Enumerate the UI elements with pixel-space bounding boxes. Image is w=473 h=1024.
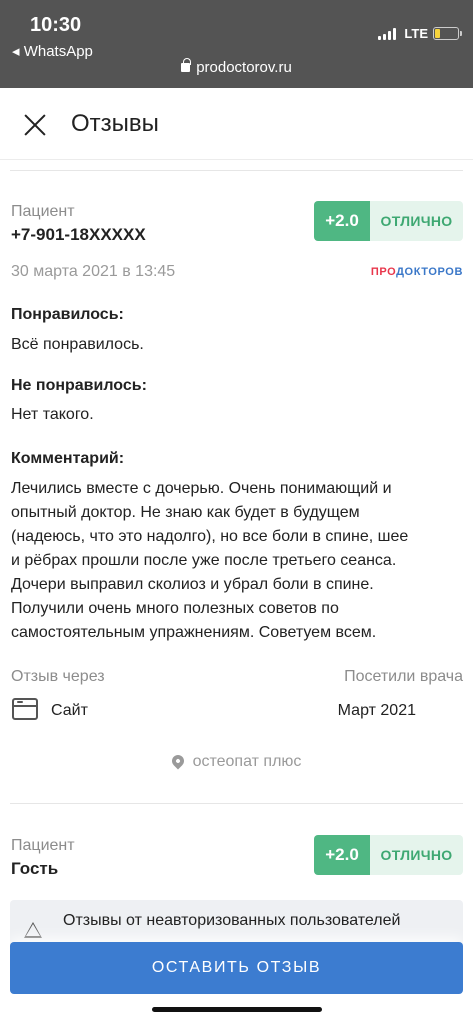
home-indicator[interactable]	[152, 1007, 322, 1012]
rating-badge: +2.0 ОТЛИЧНО	[314, 835, 463, 875]
status-time: 10:30	[30, 14, 82, 36]
divider	[10, 803, 463, 804]
rating-score: +2.0	[314, 201, 370, 241]
review-author: Гость	[11, 859, 59, 878]
comment-line: опытный доктор. Не знаю как будет в буду…	[11, 504, 360, 521]
disliked-text: Нет такого.	[11, 406, 94, 423]
disliked-title: Не понравилось:	[11, 377, 147, 394]
prodoctorov-logo[interactable]: ПРОДОКТОРОВ	[371, 266, 463, 278]
rating-score: +2.0	[314, 835, 370, 875]
comment-line: и рёбрах прошли после уже после третьего…	[11, 552, 397, 569]
review-date: 30 марта 2021 в 13:45	[11, 263, 176, 280]
status-bar: 10:30 ◂ WhatsApp prodoctorov.ru LTE	[0, 0, 473, 88]
notice-text: Отзывы от неавторизованных пользователей	[63, 912, 401, 929]
battery-icon	[433, 27, 462, 40]
page-header: Отзывы	[0, 88, 473, 160]
back-to-app-link[interactable]: ◂ WhatsApp	[12, 42, 93, 60]
network-type: LTE	[404, 26, 428, 41]
comment-title: Комментарий:	[11, 450, 125, 467]
comment-line: (надеюсь, что это надолго), но все боли …	[11, 528, 409, 545]
location-pin-icon	[169, 752, 187, 770]
warning-icon	[24, 922, 42, 938]
signal-icon	[378, 27, 398, 40]
comment-line: Лечились вместе с дочерью. Очень понимаю…	[11, 480, 392, 497]
url-text: prodoctorov.ru	[196, 59, 292, 76]
comment-text: Лечились вместе с дочерью. Очень понимаю…	[11, 477, 466, 645]
logo-part-2: ДОКТОРОВ	[396, 266, 463, 278]
clinic-name: остеопат плюс	[192, 753, 302, 770]
page-title: Отзывы	[71, 110, 159, 137]
logo-part-1: ПРО	[370, 266, 397, 278]
liked-text: Всё понравилось.	[11, 336, 144, 353]
url-bar[interactable]: prodoctorov.ru	[0, 58, 473, 76]
via-value: Сайт	[51, 702, 88, 719]
rating-grade: ОТЛИЧНО	[370, 835, 463, 875]
leave-review-button[interactable]: ОСТАВИТЬ ОТЗЫВ	[10, 942, 463, 994]
status-indicators: LTE	[378, 26, 462, 41]
rating-grade: ОТЛИЧНО	[370, 201, 463, 241]
comment-line: Дочери выправил сколиоз и убрал боли в с…	[11, 576, 374, 593]
browser-window-icon	[12, 698, 38, 720]
comment-line: Получили очень много полезных советов по	[11, 600, 339, 617]
visit-label: Посетили врача	[344, 668, 463, 685]
clinic-location[interactable]: остеопат плюс	[0, 752, 473, 771]
comment-line: самостоятельным упражнениям. Советуем вс…	[11, 624, 377, 641]
rating-badge: +2.0 ОТЛИЧНО	[314, 201, 463, 241]
divider	[10, 170, 463, 171]
review-author-label: Пациент	[11, 203, 75, 220]
lock-icon	[181, 58, 191, 72]
visit-value: Март 2021	[337, 702, 416, 719]
review-author: +7-901-18XXXXX	[11, 225, 146, 244]
review-author-label: Пациент	[11, 837, 75, 854]
via-label: Отзыв через	[11, 668, 105, 685]
liked-title: Понравилось:	[11, 306, 124, 323]
close-icon[interactable]	[22, 112, 48, 138]
